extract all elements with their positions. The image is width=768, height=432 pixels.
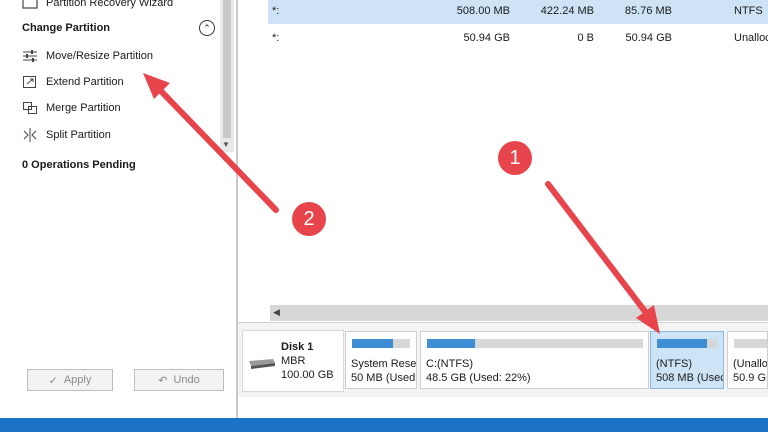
step-badge-1: 1 <box>498 141 532 175</box>
arrow-2 <box>155 85 279 213</box>
step-badge-2: 2 <box>292 202 326 236</box>
arrow-1-head <box>636 305 660 334</box>
arrow-1 <box>545 181 653 321</box>
annotation-arrows <box>143 73 660 334</box>
